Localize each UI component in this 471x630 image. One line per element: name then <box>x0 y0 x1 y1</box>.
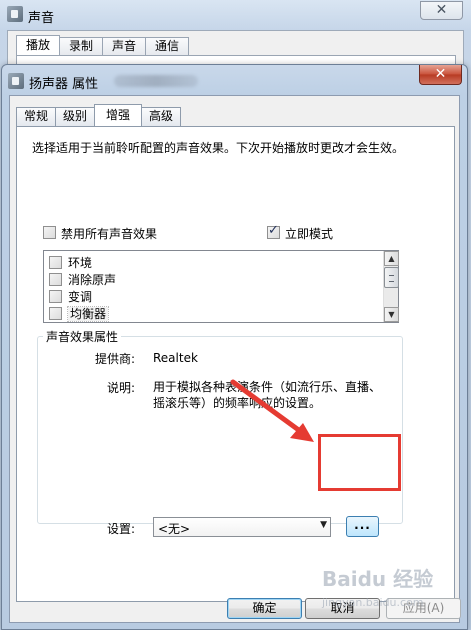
annotation-highlight-box <box>318 434 401 491</box>
watermark-text: Baidu 经验 <box>322 567 434 591</box>
watermark: Baidu 经验 jingyan.baidu.com <box>322 568 470 630</box>
watermark-url: jingyan.baidu.com <box>322 596 424 609</box>
arrow-shaft <box>230 379 303 434</box>
tab-enhancements[interactable]: 增强 <box>94 104 143 126</box>
annotation-arrow <box>230 379 314 442</box>
